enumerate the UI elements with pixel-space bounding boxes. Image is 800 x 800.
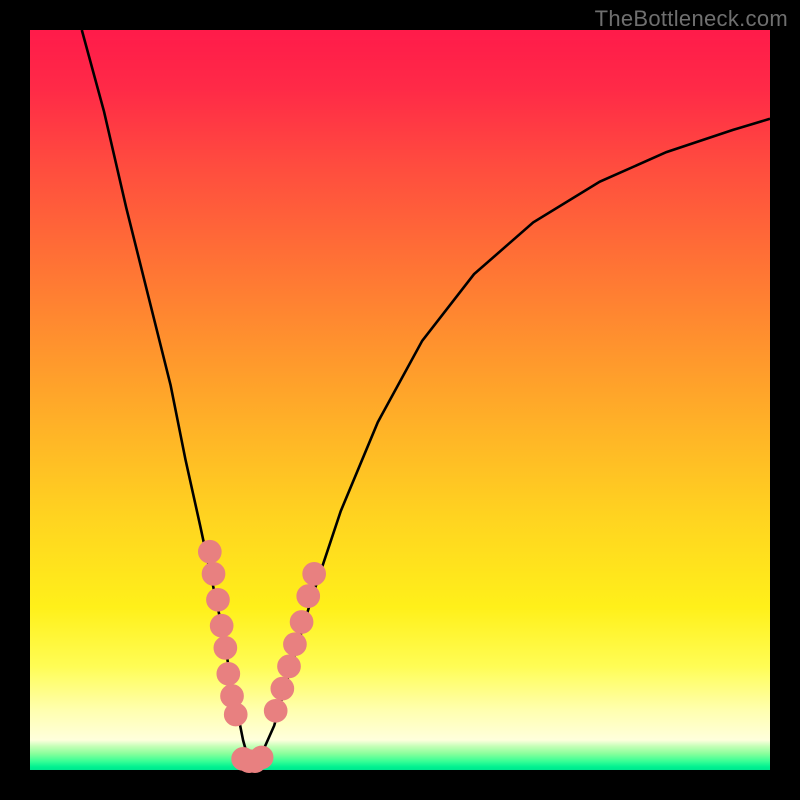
data-dot (217, 640, 233, 656)
plot-area (30, 30, 770, 770)
data-dot (293, 614, 309, 630)
data-dot (224, 688, 240, 704)
data-dot (281, 658, 297, 674)
data-dot (214, 618, 230, 634)
data-dot (287, 636, 303, 652)
data-dot (205, 566, 221, 582)
data-dot (210, 592, 226, 608)
curve-layer (30, 30, 770, 770)
bottleneck-curve (82, 30, 770, 770)
data-dot (274, 680, 290, 696)
data-dot (268, 703, 284, 719)
data-dot (228, 706, 244, 722)
data-dot (202, 544, 218, 560)
data-dot (306, 566, 322, 582)
chart-frame: TheBottleneck.com (0, 0, 800, 800)
data-dot (300, 588, 316, 604)
data-dot (220, 666, 236, 682)
watermark-text: TheBottleneck.com (595, 6, 788, 32)
data-dots (202, 544, 323, 770)
data-dot (253, 749, 269, 765)
